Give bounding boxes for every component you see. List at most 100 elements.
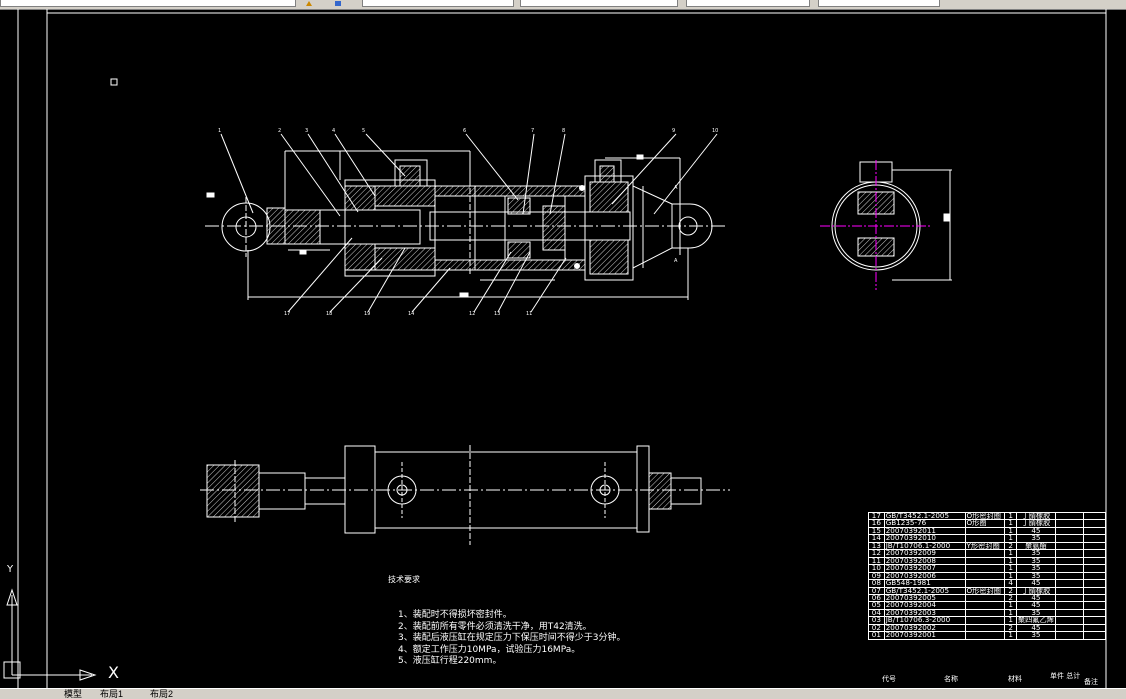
bom-cell: 45 <box>1015 601 1056 610</box>
bom-row: 12 20070392009 1 35 <box>868 549 1107 558</box>
bom-cell: 1 <box>1004 631 1017 640</box>
balloon: 12 <box>469 311 475 317</box>
bom-cell <box>1082 616 1107 625</box>
bom-cell <box>1054 579 1084 588</box>
bom-cell <box>964 623 1006 633</box>
balloon: 19 <box>364 311 370 317</box>
bom-cell: 05 <box>868 601 885 610</box>
bom-cell: 35 <box>1015 571 1056 581</box>
bom-cell <box>964 564 1006 573</box>
bom-row: 13 JB/T10706.1-2000 Y形密封圈 2 聚氨酯 <box>868 541 1107 551</box>
bom-cell: 10 <box>868 564 885 573</box>
bom-cell: 丁腈橡胶 <box>1015 586 1056 596</box>
bom-cell <box>1082 593 1107 603</box>
balloon: 13 <box>494 311 500 317</box>
ucs-x-label: X <box>108 663 119 682</box>
balloon: 6 <box>463 128 466 134</box>
bom-cell <box>1082 601 1107 610</box>
bom-cell: 16 <box>868 519 885 528</box>
color-dropdown[interactable] <box>362 0 514 7</box>
layer-state-icon[interactable] <box>305 0 313 7</box>
tech-notes: 1、装配时不得损坏密封件。 2、装配前所有零件必须清洗干净，用T42清洗。 3、… <box>398 610 625 668</box>
layer-manager-icon[interactable] <box>334 0 342 7</box>
bom-cell <box>964 571 1006 581</box>
bom-cell <box>1054 511 1084 521</box>
bom-cell: 20070392008 <box>883 556 966 566</box>
bom-cell: Y形密封圈 <box>964 541 1006 551</box>
bom-row: 05 20070392004 1 45 <box>868 601 1107 610</box>
bom-head-name: 名称 <box>944 675 958 683</box>
bom-cell: 06 <box>868 593 885 603</box>
balloon: 14 <box>408 311 414 317</box>
balloon: 5 <box>362 128 365 134</box>
bom-cell: 01 <box>868 631 885 640</box>
balloon: 10 <box>712 128 718 134</box>
note-line: 4、额定工作压力10MPa，试验压力16MPa。 <box>398 644 581 655</box>
bom-cell: 1 <box>1004 564 1017 573</box>
bom-cell <box>1054 586 1084 596</box>
bom-row: 06 20070392005 2 45 <box>868 593 1107 603</box>
bom-cell: 45 <box>1015 526 1056 536</box>
bom-cell <box>964 526 1006 536</box>
bom-row: 16 GB1235-76 O形圈 1 丁腈橡胶 <box>868 519 1107 528</box>
bom-cell <box>964 631 1006 640</box>
bom-row: 07 GB/T3452.1-2005 O形密封圈 2 丁腈橡胶 <box>868 586 1107 596</box>
layer-dropdown[interactable] <box>0 0 296 7</box>
bom-cell <box>1054 534 1084 543</box>
bom-cell: 08 <box>868 579 885 588</box>
bom-cell <box>964 616 1006 625</box>
plotstyle-dropdown[interactable] <box>818 0 940 7</box>
bom-row: 04 20070392003 1 35 <box>868 608 1107 618</box>
balloon: 2 <box>278 128 281 134</box>
bom-cell: GB548-1981 <box>883 579 966 588</box>
bom-cell <box>1082 564 1107 573</box>
bom-cell: 1 <box>1004 556 1017 566</box>
bom-cell <box>964 556 1006 566</box>
section-view <box>205 133 728 313</box>
bom-cell: 35 <box>1015 556 1056 566</box>
bom-cell: 04 <box>868 608 885 618</box>
bom-cell <box>964 601 1006 610</box>
bom-head-code: 代号 <box>882 675 896 683</box>
bom-cell: 35 <box>1015 564 1056 573</box>
note-line: 5、液压缸行程220mm。 <box>398 656 502 666</box>
tech-requirements-title: 技术要求 <box>388 575 420 584</box>
exterior-view <box>200 445 730 545</box>
layout-tabs: 模型 布局1 布局2 <box>0 688 1126 699</box>
bom-cell: GB/T3452.1-2005 <box>883 511 966 521</box>
bom-cell: 1 <box>1004 519 1017 528</box>
bom-cell: 20070392002 <box>883 623 966 633</box>
bom-cell: 2 <box>1004 541 1017 551</box>
bom-cell: 12 <box>868 549 885 558</box>
bom-cell: 20070392009 <box>883 549 966 558</box>
bom-cell: 聚氨酯 <box>1015 541 1056 551</box>
linetype-dropdown[interactable] <box>520 0 678 7</box>
bom-cell <box>1054 571 1084 581</box>
toolbar-spare <box>946 0 1126 7</box>
bom-row: 02 20070392002 2 45 <box>868 623 1107 633</box>
bom-cell <box>1054 601 1084 610</box>
bom-cell: 1 <box>1004 526 1017 536</box>
bom-cell <box>1082 549 1107 558</box>
balloon: 1 <box>218 128 221 134</box>
bom-row: 03 JB/T10706.3-2000 1 聚四氟乙烯 <box>868 616 1107 625</box>
bom-cell: 4 <box>1004 579 1017 588</box>
bom-cell <box>1082 519 1107 528</box>
bom-cell: 丁腈橡胶 <box>1015 511 1056 521</box>
ucs-y-label: Y <box>6 564 14 575</box>
bom-cell: 17 <box>868 511 885 521</box>
bom-cell <box>964 608 1006 618</box>
bom-row: 08 GB548-1981 4 45 <box>868 579 1107 588</box>
balloon: 7 <box>531 128 534 134</box>
end-view <box>820 160 952 290</box>
lineweight-dropdown[interactable] <box>686 0 810 7</box>
bom-row: 01 20070392001 1 35 <box>868 631 1107 640</box>
bom-cell: 15 <box>868 526 885 536</box>
bom-cell <box>1054 608 1084 618</box>
bom-table: 17 GB/T3452.1-2005 O形密封圈 1 丁腈橡胶 16 GB1235-76 O形… <box>868 511 1107 640</box>
bom-cell: JB/T10706.1-2000 <box>883 541 966 551</box>
bom-cell <box>1054 519 1084 528</box>
bom-cell <box>1054 631 1084 640</box>
bom-cell: 1 <box>1004 511 1017 521</box>
bom-cell <box>1054 593 1084 603</box>
